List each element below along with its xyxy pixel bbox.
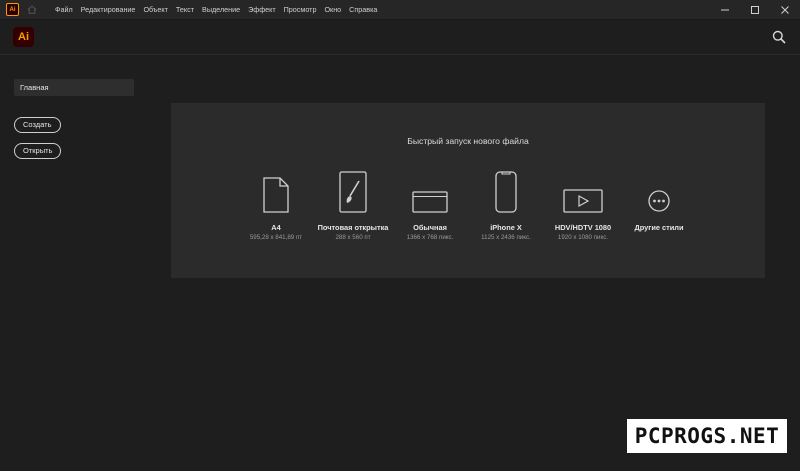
menu-object[interactable]: Объект (139, 0, 171, 19)
phone-icon (495, 171, 517, 213)
app-header: Ai (0, 20, 800, 55)
app-mini-logo: Ai (6, 3, 19, 16)
more-dots-icon (648, 190, 670, 212)
menu-edit[interactable]: Редактирование (77, 0, 140, 19)
preset-more[interactable]: Другие стили (614, 168, 704, 234)
video-play-icon (563, 189, 603, 213)
web-browser-icon (412, 191, 448, 213)
menu-effect[interactable]: Эффект (244, 0, 280, 19)
app-logo-text: Ai (18, 31, 29, 43)
menu-select[interactable]: Выделение (198, 0, 244, 19)
preset-name: Другие стили (634, 223, 684, 232)
quick-start-title: Быстрый запуск нового файла (407, 136, 529, 146)
sidebar-item-home[interactable]: Главная (14, 79, 134, 96)
menu-window[interactable]: Окно (320, 0, 345, 19)
menu-file[interactable]: Файл (51, 0, 77, 19)
postcard-brush-icon (339, 171, 367, 213)
app-logo: Ai (13, 27, 34, 47)
document-icon (263, 177, 289, 213)
preset-dims: 1920 x 1080 пикс. (557, 234, 609, 241)
search-button[interactable] (772, 30, 786, 44)
search-icon (772, 30, 786, 44)
maximize-button[interactable] (740, 0, 770, 19)
close-button[interactable] (770, 0, 800, 19)
menu-bar: Файл Редактирование Объект Текст Выделен… (51, 0, 381, 19)
app-mini-logo-text: Ai (9, 6, 16, 13)
create-button[interactable]: Создать (14, 117, 61, 133)
title-bar: Ai Файл Редактирование Объект Текст Выде… (0, 0, 800, 20)
close-icon (781, 5, 789, 14)
quick-start-panel: Быстрый запуск нового файла A4 595,28 x … (171, 103, 765, 278)
maximize-icon (751, 5, 759, 14)
home-icon[interactable] (25, 3, 39, 17)
minimize-button[interactable] (710, 0, 740, 19)
minimize-icon (721, 9, 729, 10)
open-button[interactable]: Открыть (14, 143, 62, 159)
menu-help[interactable]: Справка (345, 0, 381, 19)
watermark: PCPROGS.NET (627, 419, 787, 453)
window-controls (710, 0, 800, 19)
menu-view[interactable]: Просмотр (280, 0, 321, 19)
menu-type[interactable]: Текст (172, 0, 198, 19)
